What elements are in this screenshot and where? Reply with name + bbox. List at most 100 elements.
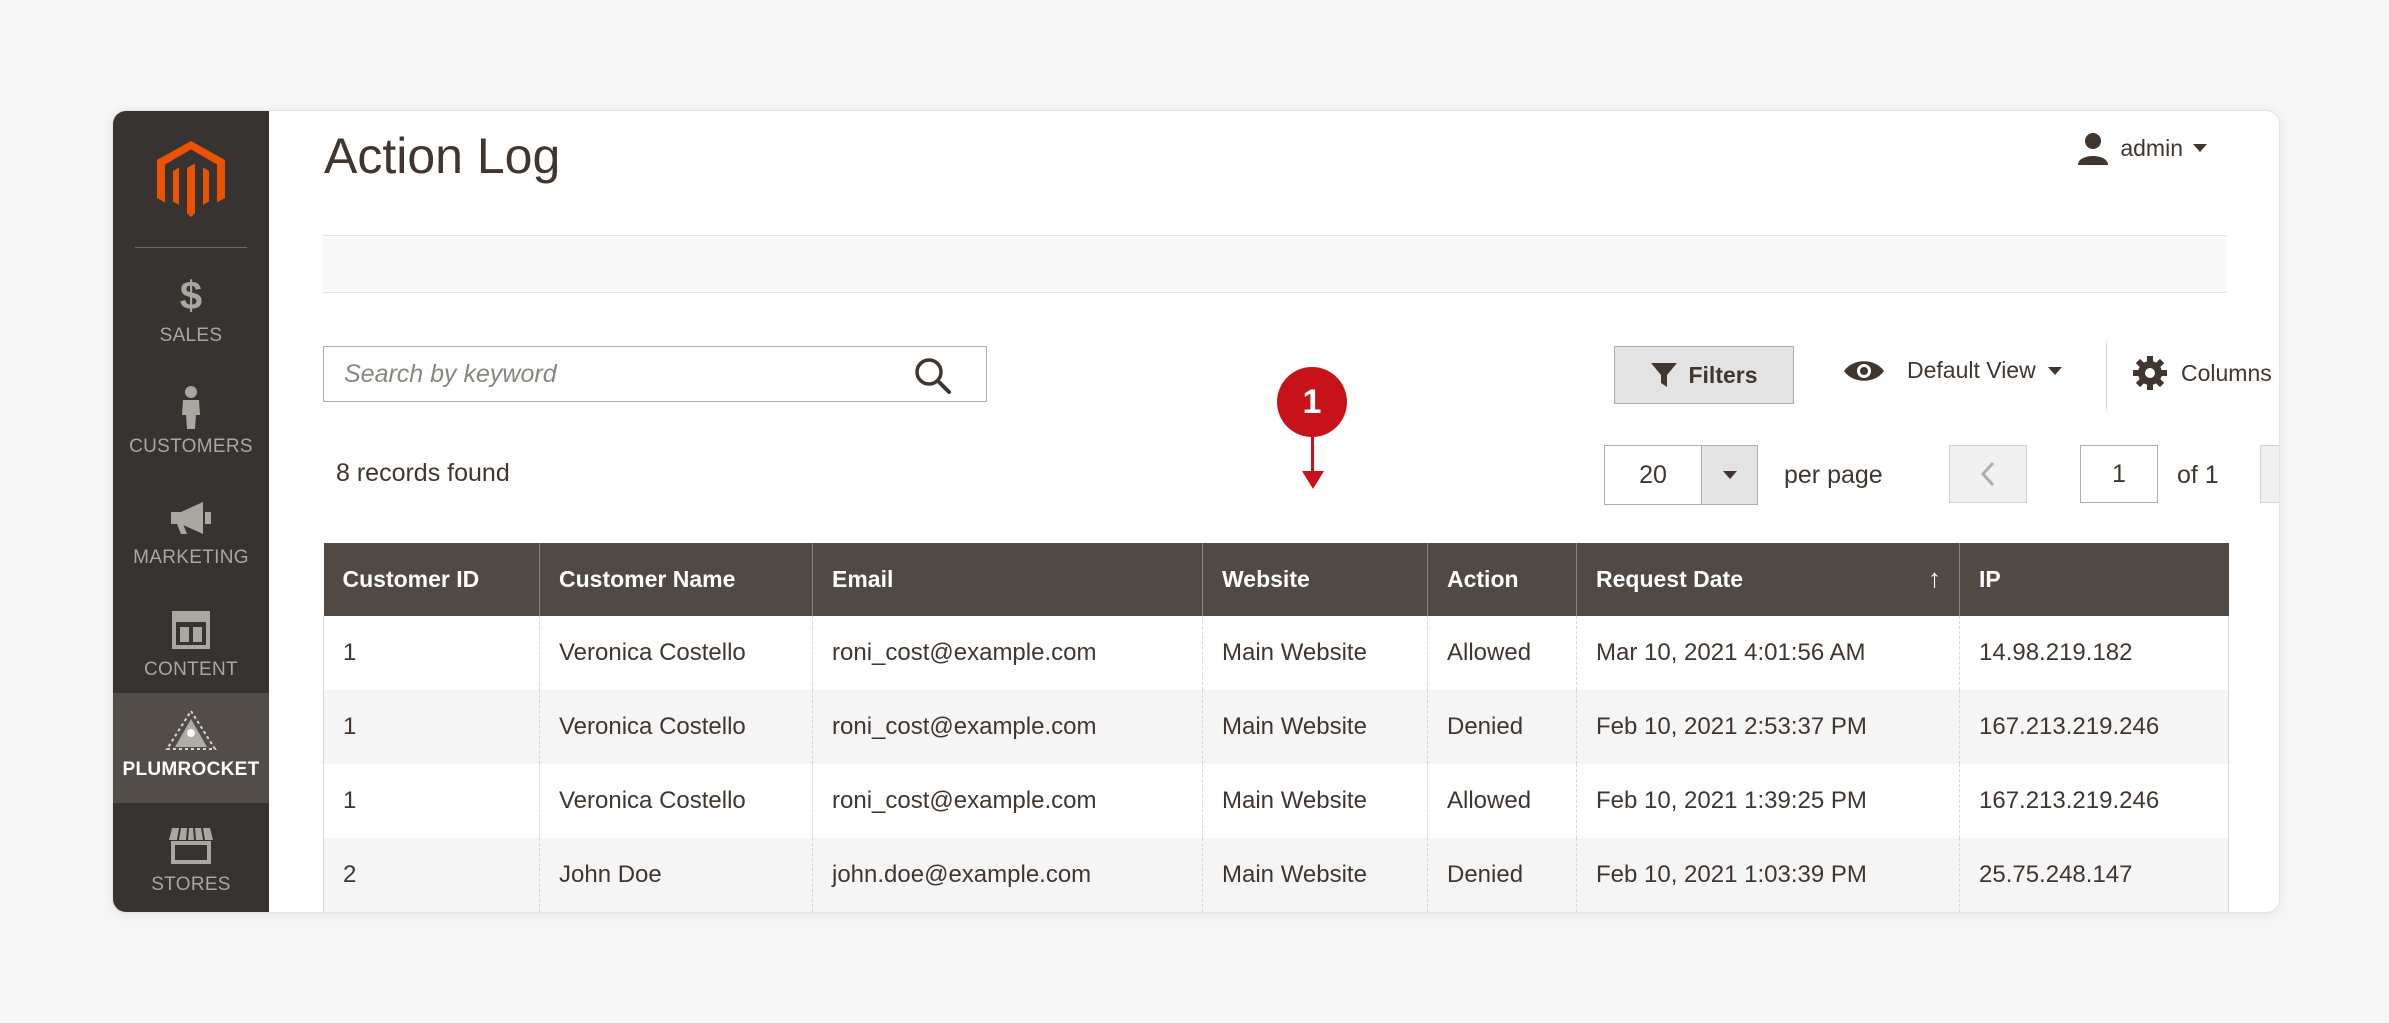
- plumrocket-icon: [113, 707, 269, 753]
- cell-customer-name: Veronica Costello: [539, 616, 813, 690]
- cell-website: Main Website: [1202, 838, 1428, 912]
- sidebar-item-plumrocket[interactable]: PLUMROCKET: [113, 693, 269, 803]
- action-log-table: Customer ID Customer Name Email Website …: [323, 543, 2229, 912]
- column-header-action[interactable]: Action: [1427, 543, 1577, 616]
- cell-action: Denied: [1427, 838, 1577, 912]
- view-selector[interactable]: Default View: [1843, 357, 2062, 384]
- cell-email: roni_cost@example.com: [812, 690, 1203, 764]
- sort-ascending-icon: ↑: [1928, 563, 1941, 593]
- sidebar-item-label: CUSTOMERS: [129, 436, 253, 457]
- filter-icon: [1651, 363, 1678, 387]
- columns-label: Columns: [2181, 359, 2272, 386]
- records-count: 8 records found: [336, 459, 510, 487]
- table-row[interactable]: 1 Veronica Costello roni_cost@example.co…: [323, 616, 2229, 690]
- cell-ip: 25.75.248.147: [1959, 838, 2229, 912]
- cell-customer-id: 2: [323, 838, 540, 912]
- cell-action: Allowed: [1427, 616, 1577, 690]
- cell-ip: 167.213.219.246: [1959, 764, 2229, 838]
- chevron-left-icon: [1980, 461, 1995, 487]
- search-icon[interactable]: [914, 357, 952, 395]
- cell-customer-name: John Doe: [539, 838, 813, 912]
- cell-request-date: Mar 10, 2021 4:01:56 AM: [1576, 616, 1960, 690]
- column-header-request-date[interactable]: Request Date ↑: [1576, 543, 1960, 616]
- main-content: Action Log admin Filters Default View: [269, 111, 2279, 912]
- column-header-email[interactable]: Email: [812, 543, 1203, 616]
- cell-customer-name: Veronica Costello: [539, 690, 813, 764]
- store-icon: [113, 822, 269, 868]
- page-number-input[interactable]: 1: [2080, 445, 2158, 503]
- admin-username: admin: [2120, 134, 2183, 161]
- table-row[interactable]: 2 John Doe john.doe@example.com Main Web…: [323, 838, 2229, 912]
- cell-customer-name: Veronica Costello: [539, 764, 813, 838]
- cell-action: Denied: [1427, 690, 1577, 764]
- page-title: Action Log: [324, 128, 561, 184]
- magento-logo-icon[interactable]: [157, 141, 225, 217]
- search-input[interactable]: [324, 347, 924, 401]
- column-header-customer-id[interactable]: Customer ID: [323, 543, 540, 616]
- eye-icon: [1844, 360, 1884, 381]
- cell-email: john.doe@example.com: [812, 838, 1203, 912]
- table-row[interactable]: 1 Veronica Costello roni_cost@example.co…: [323, 764, 2229, 838]
- per-page-value[interactable]: 20: [1605, 446, 1701, 504]
- sidebar-divider: [135, 247, 247, 248]
- message-bar: [323, 235, 2227, 293]
- gear-icon: [2133, 356, 2167, 390]
- cell-request-date: Feb 10, 2021 2:53:37 PM: [1576, 690, 1960, 764]
- column-header-ip[interactable]: IP: [1959, 543, 2229, 616]
- sidebar-item-customers[interactable]: CUSTOMERS: [113, 370, 269, 480]
- previous-page-button[interactable]: [1949, 445, 2027, 503]
- cell-website: Main Website: [1202, 690, 1428, 764]
- table-row[interactable]: 1 Veronica Costello roni_cost@example.co…: [323, 690, 2229, 764]
- per-page-select[interactable]: 20: [1604, 445, 1758, 505]
- cell-request-date: Feb 10, 2021 1:39:25 PM: [1576, 764, 1960, 838]
- chevron-down-icon: [2193, 144, 2207, 152]
- column-header-label: Request Date: [1596, 566, 1743, 592]
- filters-label: Filters: [1688, 361, 1758, 388]
- next-page-button[interactable]: [2260, 445, 2279, 503]
- cell-customer-id: 1: [323, 690, 540, 764]
- cell-website: Main Website: [1202, 764, 1428, 838]
- toolbar-divider: [2106, 343, 2107, 409]
- sidebar-item-label: SALES: [159, 325, 223, 346]
- sidebar: $ SALES CUSTOMERS MARKETING CONTENT PLUM…: [113, 111, 269, 912]
- cell-ip: 167.213.219.246: [1959, 690, 2229, 764]
- per-page-dropdown-button[interactable]: [1701, 446, 1757, 504]
- view-label: Default View: [1907, 357, 2036, 383]
- chevron-down-icon: [1722, 471, 1737, 479]
- cell-action: Allowed: [1427, 764, 1577, 838]
- layout-icon: [113, 607, 269, 653]
- page-total: of 1: [2177, 461, 2219, 489]
- sidebar-item-content[interactable]: CONTENT: [113, 593, 269, 703]
- cell-website: Main Website: [1202, 616, 1428, 690]
- per-page-label: per page: [1784, 461, 1883, 489]
- sidebar-item-label: STORES: [151, 874, 231, 895]
- sidebar-item-label: PLUMROCKET: [122, 759, 260, 780]
- customer-icon: [113, 384, 269, 430]
- chevron-down-icon: [2047, 366, 2062, 375]
- sidebar-item-label: MARKETING: [133, 547, 249, 568]
- search-box: [323, 346, 987, 402]
- callout-arrow-head: [1302, 471, 1324, 489]
- sidebar-item-sales[interactable]: $ SALES: [113, 259, 269, 369]
- callout-marker: 1: [1277, 367, 1347, 437]
- sidebar-item-label: CONTENT: [144, 659, 238, 680]
- cell-ip: 14.98.219.182: [1959, 616, 2229, 690]
- filters-button[interactable]: Filters: [1614, 346, 1794, 404]
- columns-selector[interactable]: Columns: [2133, 356, 2279, 390]
- user-icon: [2078, 133, 2109, 165]
- column-header-website[interactable]: Website: [1202, 543, 1428, 616]
- sidebar-item-marketing[interactable]: MARKETING: [113, 481, 269, 591]
- cell-customer-id: 1: [323, 764, 540, 838]
- cell-email: roni_cost@example.com: [812, 764, 1203, 838]
- admin-account-menu[interactable]: admin: [2076, 131, 2207, 165]
- megaphone-icon: [113, 495, 269, 541]
- cell-request-date: Feb 10, 2021 1:03:39 PM: [1576, 838, 1960, 912]
- dollar-icon: $: [179, 273, 203, 318]
- callout-arrow-line: [1311, 433, 1314, 475]
- table-header-row: Customer ID Customer Name Email Website …: [323, 543, 2229, 616]
- column-header-customer-name[interactable]: Customer Name: [539, 543, 813, 616]
- admin-window: $ SALES CUSTOMERS MARKETING CONTENT PLUM…: [112, 110, 2280, 913]
- cell-customer-id: 1: [323, 616, 540, 690]
- sidebar-item-stores[interactable]: STORES: [113, 808, 269, 912]
- cell-email: roni_cost@example.com: [812, 616, 1203, 690]
